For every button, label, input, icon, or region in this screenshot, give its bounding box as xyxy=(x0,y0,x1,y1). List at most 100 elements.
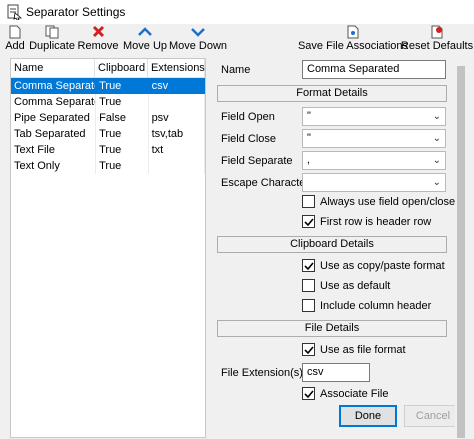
checkbox-box[interactable] xyxy=(302,343,315,356)
cancel-button[interactable]: Cancel xyxy=(404,405,462,427)
use-default-label: Use as default xyxy=(320,279,391,292)
checkmark-icon xyxy=(303,261,314,270)
associate-file-label: Associate File xyxy=(320,387,389,400)
always-open-close-label: Always use field open/close xyxy=(320,195,456,208)
field-open-select[interactable]: " ⌄ xyxy=(302,107,446,126)
associate-file-checkbox[interactable]: Associate File xyxy=(302,387,388,400)
cell-name: Comma Separated xyxy=(11,78,97,94)
cell-extensions: psv xyxy=(149,110,205,126)
escape-character-label: Escape Character xyxy=(221,177,310,189)
add-button[interactable]: Add xyxy=(4,24,26,56)
cell-clipboard: True xyxy=(96,142,149,158)
move-down-button[interactable]: Move Down xyxy=(169,24,227,56)
chevron-down-icon: ⌄ xyxy=(432,111,441,122)
reset-icon xyxy=(431,25,443,38)
app-icon xyxy=(7,4,22,20)
move-up-button[interactable]: Move Up xyxy=(123,24,167,56)
chevron-down-icon: ⌄ xyxy=(432,133,441,144)
column-header-extensions[interactable]: Extensions xyxy=(148,59,205,77)
field-separate-select[interactable]: , ⌄ xyxy=(302,151,446,170)
list-item[interactable]: Text Only True xyxy=(11,158,205,174)
list-header: Name Clipboard Extensions xyxy=(11,59,205,78)
duplicate-icon xyxy=(45,25,59,38)
file-details-section: File Details xyxy=(217,320,447,337)
remove-label: Remove xyxy=(77,40,119,52)
duplicate-button[interactable]: Duplicate xyxy=(29,24,75,56)
add-label: Add xyxy=(5,40,25,52)
remove-icon xyxy=(92,25,104,38)
use-file-format-checkbox[interactable]: Use as file format xyxy=(302,343,406,356)
escape-character-select[interactable]: ⌄ xyxy=(302,173,446,192)
list-item[interactable]: Text File True txt xyxy=(11,142,205,158)
chevron-down-icon: ⌄ xyxy=(432,177,441,188)
use-copy-paste-checkbox[interactable]: Use as copy/paste format xyxy=(302,259,445,272)
checkmark-icon xyxy=(303,217,314,226)
chevron-up-icon xyxy=(138,26,152,36)
file-extension-label: File Extension(s) xyxy=(221,367,303,379)
checkbox-box[interactable] xyxy=(302,299,315,312)
cell-clipboard: True xyxy=(96,126,149,142)
checkbox-box[interactable] xyxy=(302,259,315,272)
checkmark-icon xyxy=(303,345,314,354)
cell-extensions: csv xyxy=(149,78,205,94)
list-item[interactable]: Tab Separated True tsv,tab xyxy=(11,126,205,142)
column-header-name[interactable]: Name xyxy=(11,59,95,77)
include-header-checkbox[interactable]: Include column header xyxy=(302,299,431,312)
add-icon xyxy=(9,25,21,38)
reset-defaults-button[interactable]: Reset Defaults xyxy=(401,24,473,56)
checkbox-box[interactable] xyxy=(302,387,315,400)
cell-name: Pipe Separated xyxy=(11,110,97,126)
reset-defaults-label: Reset Defaults xyxy=(400,40,474,52)
name-input[interactable]: Comma Separated xyxy=(302,60,446,79)
field-close-label: Field Close xyxy=(221,133,277,145)
chevron-down-icon: ⌄ xyxy=(432,155,441,166)
field-close-value: " xyxy=(307,132,311,144)
field-separate-value: , xyxy=(307,154,311,166)
format-details-section: Format Details xyxy=(217,85,447,102)
name-label: Name xyxy=(221,64,251,76)
remove-button[interactable]: Remove xyxy=(77,24,119,56)
cell-clipboard: True xyxy=(96,94,149,110)
cell-extensions xyxy=(149,158,205,174)
cell-name: Tab Separated xyxy=(11,126,97,142)
list-item[interactable]: Comma Separated True csv xyxy=(11,78,205,94)
cell-extensions xyxy=(149,94,205,110)
checkmark-icon xyxy=(303,389,314,398)
cell-name: Text Only xyxy=(11,158,97,174)
title-bar: Separator Settings xyxy=(0,0,474,24)
scrollbar[interactable] xyxy=(455,58,467,438)
file-link-icon xyxy=(347,25,359,38)
cell-name: Comma Separated xyxy=(11,94,97,110)
include-header-label: Include column header xyxy=(320,299,432,312)
use-copy-paste-label: Use as copy/paste format xyxy=(320,259,445,272)
cell-clipboard: True xyxy=(96,158,149,174)
cell-clipboard: True xyxy=(96,78,149,94)
column-header-clipboard[interactable]: Clipboard xyxy=(95,59,148,77)
cell-extensions: txt xyxy=(149,142,205,158)
save-file-associations-label: Save File Associations xyxy=(297,40,409,52)
cell-clipboard: False xyxy=(96,110,149,126)
done-button[interactable]: Done xyxy=(339,405,397,427)
checkbox-box[interactable] xyxy=(302,279,315,292)
field-open-label: Field Open xyxy=(221,111,275,123)
first-row-header-label: First row is header row xyxy=(320,215,432,228)
field-close-select[interactable]: " ⌄ xyxy=(302,129,446,148)
checkbox-box[interactable] xyxy=(302,215,315,228)
list-item[interactable]: Comma Separated True xyxy=(11,94,205,110)
always-open-close-checkbox[interactable]: Always use field open/close xyxy=(302,195,455,208)
chevron-down-icon xyxy=(191,27,205,37)
field-open-value: " xyxy=(307,110,311,122)
separator-list[interactable]: Name Clipboard Extensions Comma Separate… xyxy=(10,58,206,438)
list-item[interactable]: Pipe Separated False psv xyxy=(11,110,205,126)
checkbox-box[interactable] xyxy=(302,195,315,208)
field-separate-label: Field Separate xyxy=(221,155,293,167)
duplicate-label: Duplicate xyxy=(29,40,75,52)
scrollbar-thumb[interactable] xyxy=(457,66,465,438)
save-file-associations-button[interactable]: Save File Associations xyxy=(298,24,408,56)
use-file-format-label: Use as file format xyxy=(320,343,406,356)
clipboard-details-section: Clipboard Details xyxy=(217,236,447,253)
first-row-header-checkbox[interactable]: First row is header row xyxy=(302,215,431,228)
cell-name: Text File xyxy=(11,142,97,158)
use-default-checkbox[interactable]: Use as default xyxy=(302,279,390,292)
file-extension-input[interactable]: csv xyxy=(302,363,370,382)
